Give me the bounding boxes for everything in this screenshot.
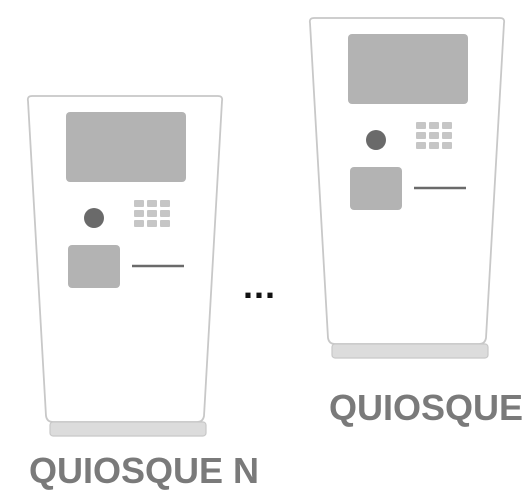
kiosk-keypad — [416, 122, 452, 149]
kiosk-1-label: QUIOSQUE 1 — [329, 387, 527, 428]
kiosk-card-slot — [68, 245, 120, 288]
kiosk-screen — [66, 112, 186, 182]
kiosk-n — [26, 95, 224, 437]
kiosk-keypad — [134, 200, 170, 227]
kiosk-card-slot — [350, 167, 402, 210]
kiosk-1 — [308, 17, 506, 359]
kiosk-n-label: QUIOSQUE N — [29, 450, 260, 491]
kiosk-base — [331, 343, 489, 359]
kiosk-base — [49, 421, 207, 437]
kiosk-screen — [348, 34, 468, 104]
ellipsis: ... — [243, 265, 277, 306]
kiosk-button — [84, 208, 104, 228]
kiosk-button — [366, 130, 386, 150]
